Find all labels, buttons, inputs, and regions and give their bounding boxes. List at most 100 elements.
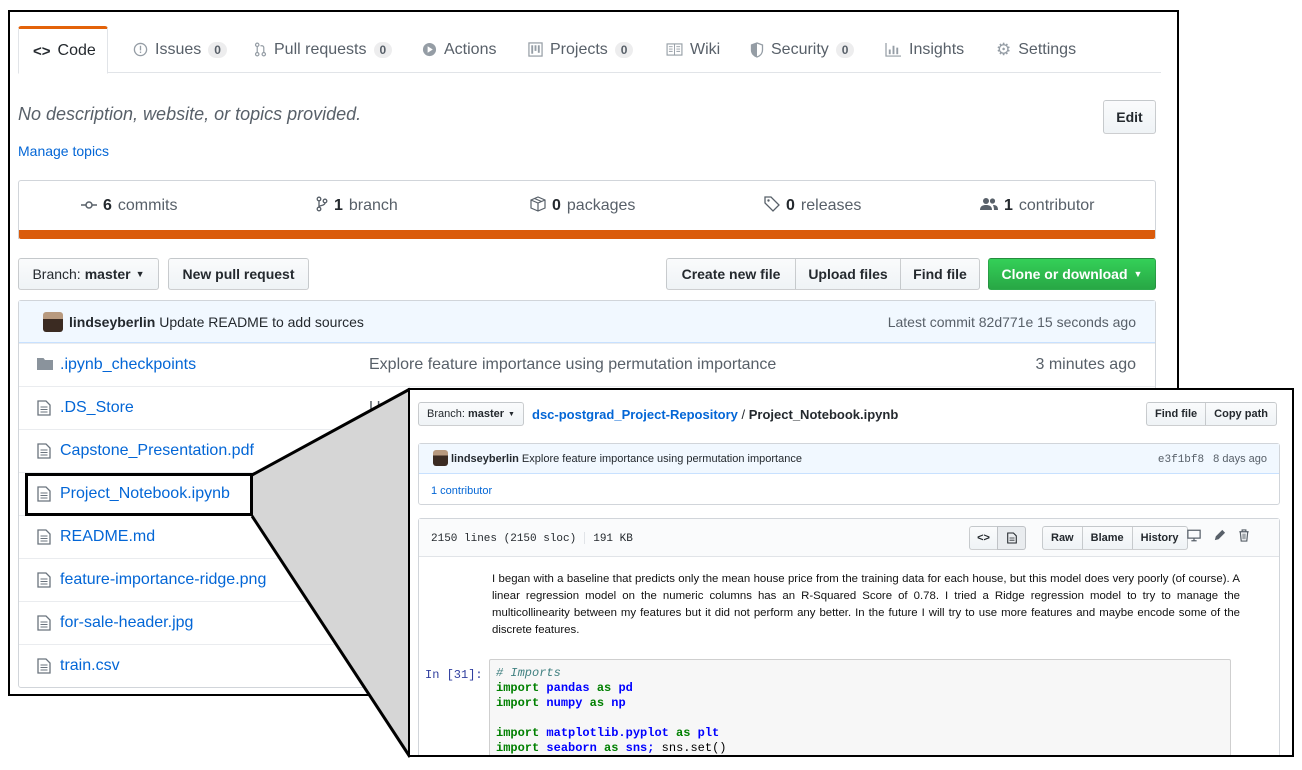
tab-issues[interactable]: Issues 0 <box>119 26 241 73</box>
packages-link[interactable]: 0 packages <box>530 181 635 231</box>
shield-icon <box>750 41 764 58</box>
file-name-link[interactable]: feature-importance-ridge.png <box>60 571 266 589</box>
file-header: 2150 lines (2150 sloc) 191 KB <> Raw Blam… <box>419 519 1279 557</box>
tab-security[interactable]: Security 0 <box>736 26 868 73</box>
branch-icon <box>316 196 328 217</box>
file-icon <box>37 572 53 588</box>
code-cell: # Imports import pandas as pd import num… <box>489 659 1231 755</box>
commits-link[interactable]: 6 commits <box>81 181 177 231</box>
file-name-link[interactable]: .ipynb_checkpoints <box>60 356 196 374</box>
play-icon <box>422 42 437 57</box>
project-icon <box>528 42 543 57</box>
releases-link[interactable]: 0 releases <box>764 181 861 231</box>
contributors-link[interactable]: 1 contributor <box>431 485 492 497</box>
file-name-link[interactable]: README.md <box>60 528 155 546</box>
rendered-view-icon[interactable] <box>997 526 1026 550</box>
file-commit-message[interactable]: Upda <box>369 399 407 417</box>
package-icon <box>530 195 546 217</box>
blame-button[interactable]: Blame <box>1081 526 1133 550</box>
issues-counter: 0 <box>208 41 227 58</box>
branches-link[interactable]: 1 branch <box>316 181 398 231</box>
upload-files-button[interactable]: Upload files <box>795 258 901 290</box>
latest-commit-bar: lindseyberlin Update README to add sourc… <box>19 301 1155 343</box>
repo-link[interactable]: dsc-postgrad_Project-Repository <box>532 407 738 422</box>
path-separator: / <box>741 407 746 422</box>
caret-down-icon: ▼ <box>508 410 515 418</box>
file-age: 3 minutes ago <box>1035 356 1136 373</box>
raw-button[interactable]: Raw <box>1042 526 1083 550</box>
tab-wiki[interactable]: Wiki <box>652 26 734 73</box>
commit-icon <box>81 197 97 215</box>
file-commit-message[interactable]: Upda <box>369 528 407 546</box>
file-actions-group: Raw Blame History <box>1042 526 1188 550</box>
tab-insights[interactable]: Insights <box>871 26 978 73</box>
file-commit-message[interactable]: Explore feature importance using permuta… <box>369 356 776 374</box>
file-commit-message[interactable]: Add p <box>369 442 411 460</box>
avatar[interactable] <box>43 312 63 332</box>
tab-code[interactable]: <> Code <box>18 26 108 74</box>
pull-requests-counter: 0 <box>373 41 393 58</box>
path-actions-group: Find file Copy path <box>1146 402 1277 426</box>
graph-icon <box>885 42 902 57</box>
file-name-link[interactable]: .DS_Store <box>60 399 134 417</box>
tab-settings[interactable]: ⚙ Settings <box>982 26 1090 73</box>
find-file-button[interactable]: Find file <box>900 258 980 290</box>
code-line: import seaborn as sns; sns.set() <box>496 741 727 755</box>
language-bar[interactable] <box>19 230 1155 239</box>
file-name: Project_Notebook.ipynb <box>748 407 899 422</box>
tab-actions[interactable]: Actions <box>408 26 510 73</box>
pull-request-icon <box>254 42 267 57</box>
branch-selector-button[interactable]: Branch: master ▼ <box>18 258 159 290</box>
manage-topics-link[interactable]: Manage topics <box>18 143 109 159</box>
commit-bar: lindseyberlin Explore feature importance… <box>419 444 1279 474</box>
commit-sha-link[interactable]: e3f1bf8 <box>1158 454 1204 466</box>
file-commit-box: lindseyberlin Explore feature importance… <box>418 443 1280 505</box>
folder-icon <box>37 357 53 373</box>
history-button[interactable]: History <box>1131 526 1188 550</box>
desktop-icon[interactable] <box>1187 529 1201 547</box>
copy-path-button[interactable]: Copy path <box>1205 402 1277 426</box>
contributors-link[interactable]: 1 contributor <box>980 181 1095 231</box>
code-line: import numpy as np <box>496 696 626 710</box>
edit-description-button[interactable]: Edit <box>1103 100 1156 134</box>
commit-age: 8 days ago <box>1213 453 1267 465</box>
file-commit-message[interactable]: Initial <box>369 657 406 675</box>
file-icon <box>37 400 53 416</box>
repo-summary: 6 commits 1 branch 0 packages 0 releases <box>18 180 1156 239</box>
commit-author-link[interactable]: lindseyberlin <box>69 314 155 330</box>
find-file-button[interactable]: Find file <box>1146 402 1207 426</box>
file-name-link[interactable]: train.csv <box>60 657 120 675</box>
code-line: import pandas as pd <box>496 681 633 695</box>
book-icon <box>666 43 683 56</box>
file-commit-message[interactable]: Explo <box>369 485 409 503</box>
file-commit-message[interactable]: Add i <box>369 571 405 589</box>
file-icon <box>37 529 53 545</box>
commit-author-link[interactable]: lindseyberlin <box>451 453 519 465</box>
line-count: 2150 lines (2150 sloc) <box>431 532 577 545</box>
file-actions-group: Create new file Upload files Find file <box>666 258 980 290</box>
avatar[interactable] <box>433 450 448 466</box>
code-line: import matplotlib.pyplot as plt <box>496 726 720 740</box>
file-row[interactable]: .ipynb_checkpoints Explore feature impor… <box>19 343 1155 386</box>
new-pull-request-button[interactable]: New pull request <box>168 258 309 290</box>
highlight-box <box>25 473 253 516</box>
commit-message-link[interactable]: Update README to add sources <box>159 314 364 330</box>
clone-or-download-button[interactable]: Clone or download ▼ <box>988 258 1156 290</box>
branch-selector-button[interactable]: Branch: master ▼ <box>418 402 524 426</box>
commit-message-link[interactable]: Explore feature importance using permuta… <box>522 453 802 465</box>
latest-commit-info[interactable]: Latest commit 82d771e 15 seconds ago <box>888 314 1136 330</box>
pencil-icon[interactable] <box>1213 529 1226 547</box>
create-new-file-button[interactable]: Create new file <box>666 258 796 290</box>
file-name-link[interactable]: Capstone_Presentation.pdf <box>60 442 254 460</box>
tab-projects[interactable]: Projects 0 <box>514 26 647 73</box>
view-toggle: <> <box>969 526 1026 550</box>
file-viewer: 2150 lines (2150 sloc) 191 KB <> Raw Blam… <box>418 518 1280 755</box>
cell-prompt: In [31]: <box>425 668 483 682</box>
tab-pull-requests[interactable]: Pull requests 0 <box>240 26 406 73</box>
source-view-icon[interactable]: <> <box>969 526 998 550</box>
file-name-link[interactable]: for-sale-header.jpg <box>60 614 193 632</box>
file-commit-message[interactable]: Add i <box>369 614 405 632</box>
trash-icon[interactable] <box>1238 529 1250 547</box>
projects-counter: 0 <box>614 41 634 58</box>
